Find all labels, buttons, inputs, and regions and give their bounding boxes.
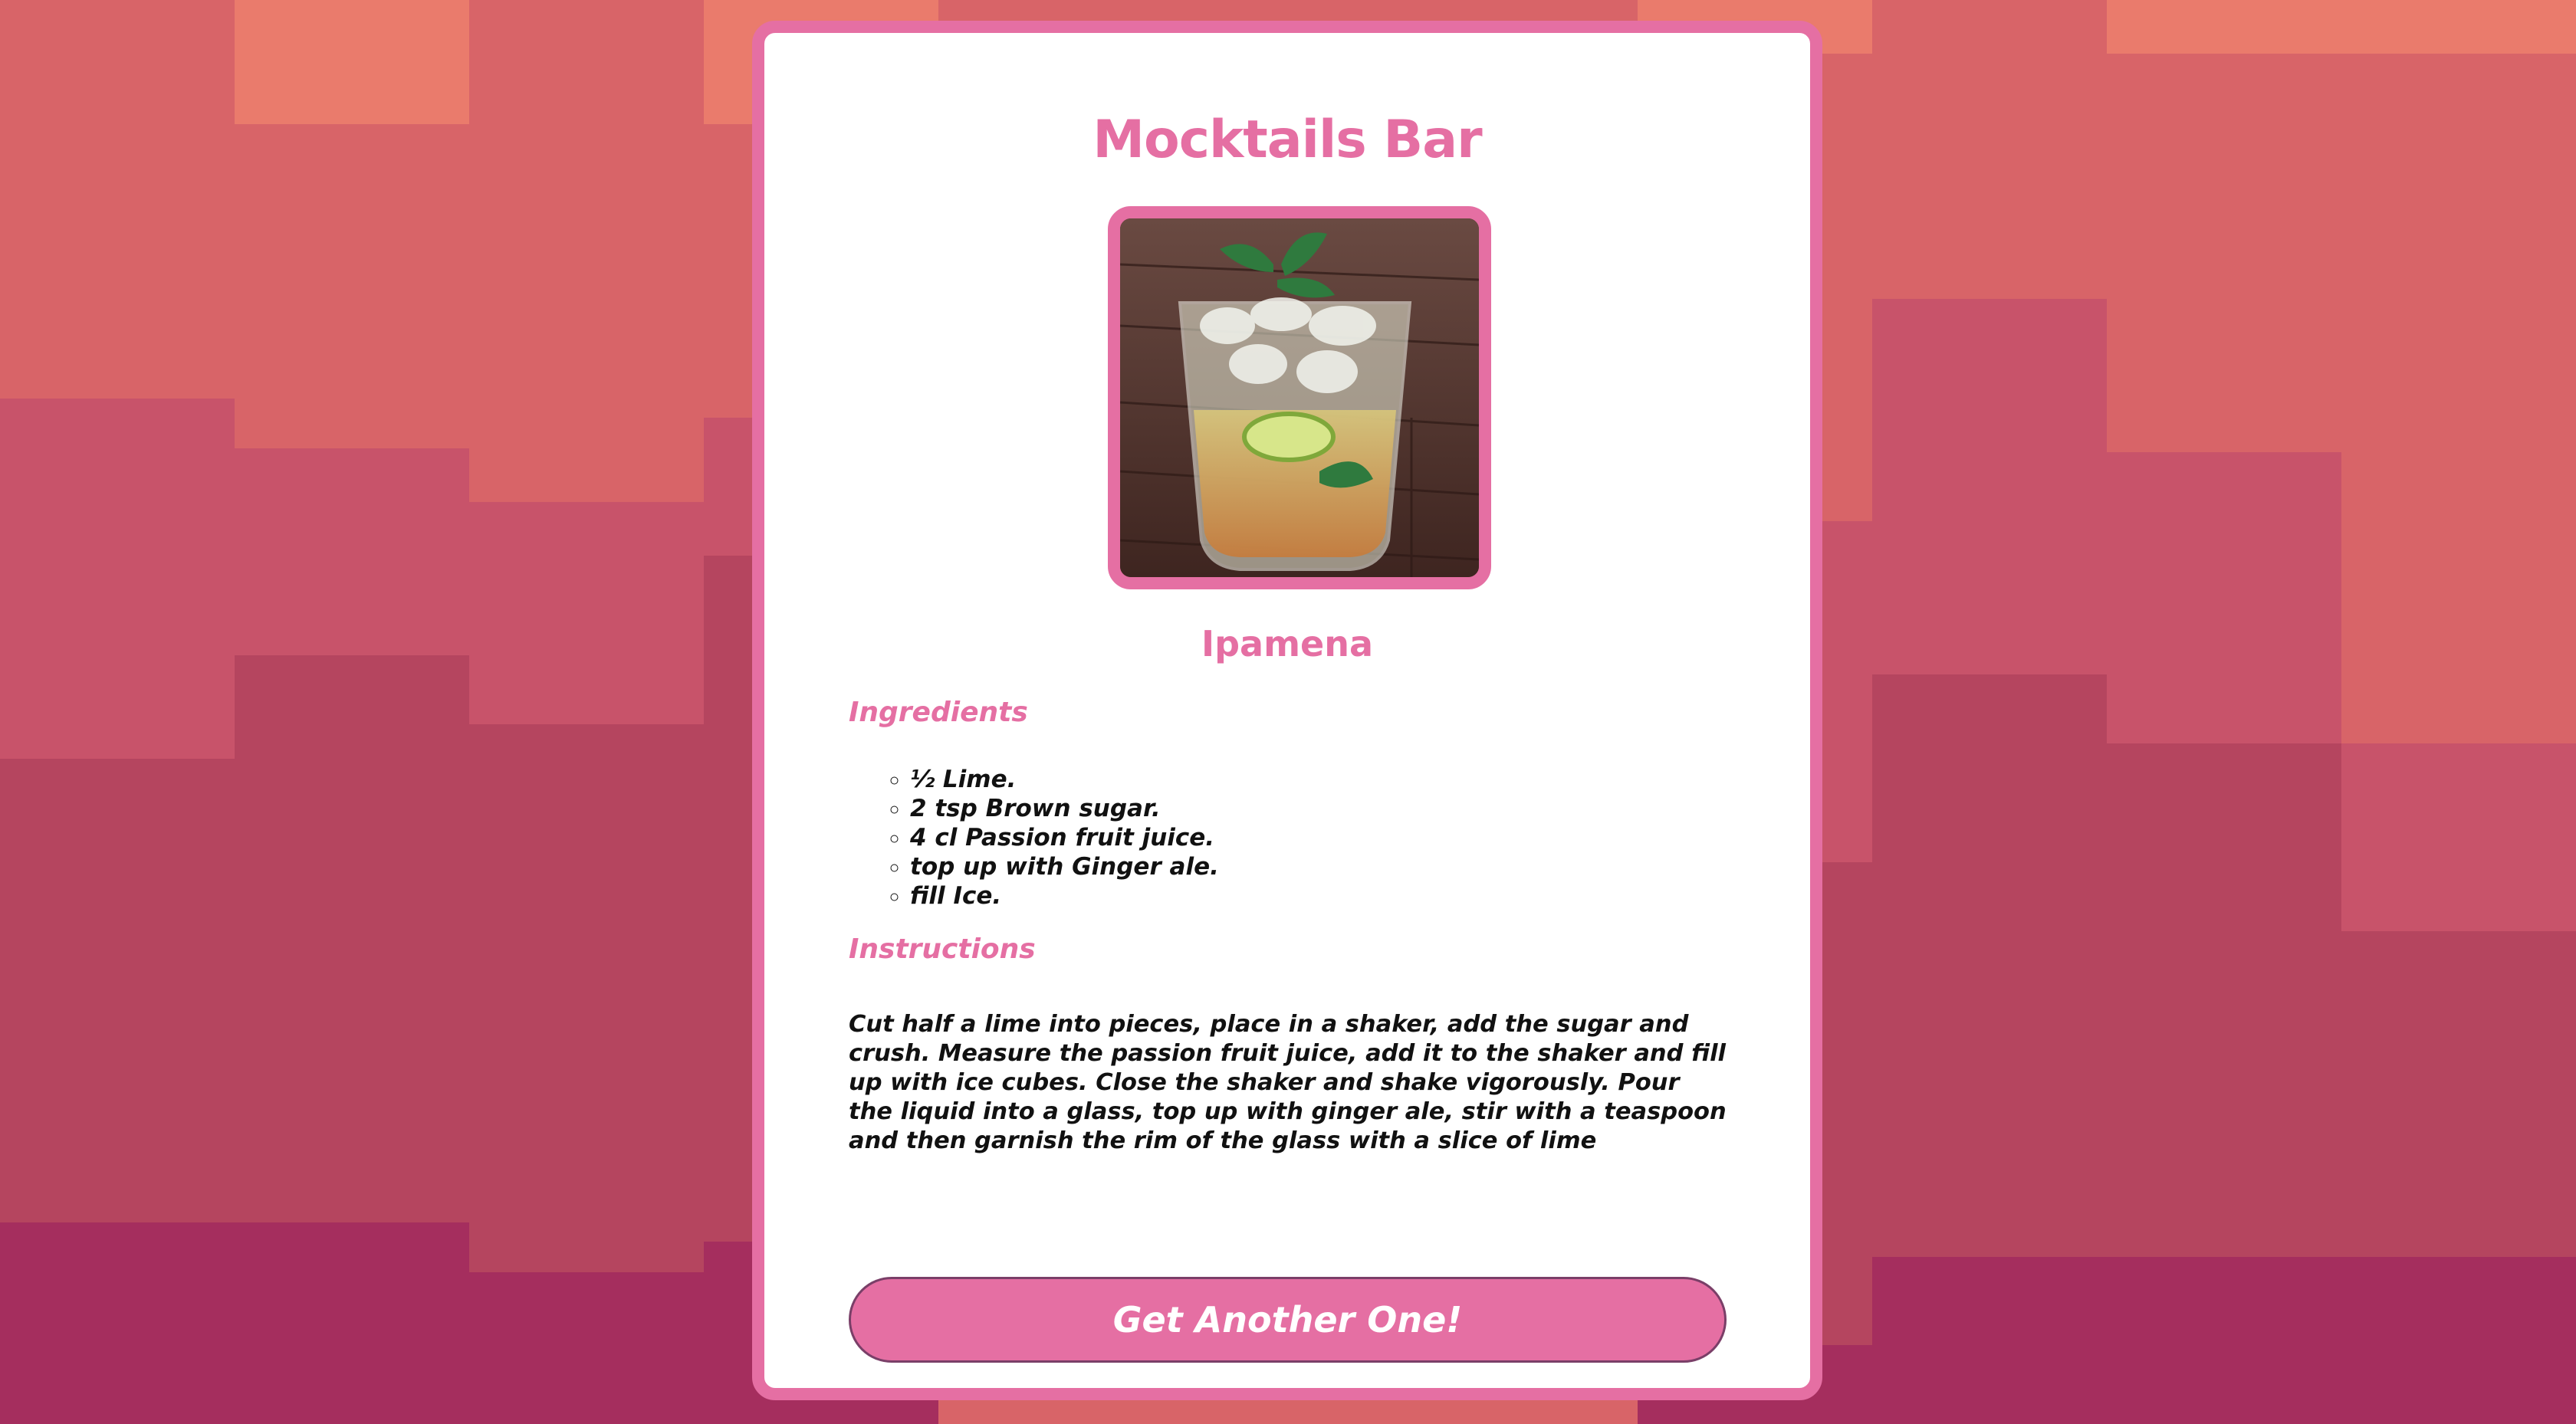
get-another-button[interactable]: Get Another One!	[849, 1277, 1727, 1363]
ingredient-item: top up with Ginger ale.	[910, 852, 1219, 881]
instructions-text: Cut half a lime into pieces, place in a …	[849, 1011, 1727, 1154]
instructions-heading: Instructions	[849, 933, 1036, 965]
ingredients-list: ½ Lime. 2 tsp Brown sugar. 4 cl Passion …	[849, 765, 1219, 911]
drink-photo	[1108, 206, 1491, 589]
recipe-card: Mocktails Bar Ipamena Ingredients ◦ ½ Li…	[752, 21, 1822, 1400]
ingredient-item: fill Ice.	[910, 881, 1219, 911]
ingredient-item: 4 cl Passion fruit juice.	[910, 823, 1219, 852]
drink-name: Ipamena	[1201, 623, 1373, 664]
app-title: Mocktails Bar	[1092, 110, 1482, 170]
ingredient-item: 2 tsp Brown sugar.	[910, 794, 1219, 823]
ingredient-item: ½ Lime.	[910, 765, 1219, 794]
ingredients-heading: Ingredients	[849, 697, 1028, 728]
drink-image	[1120, 218, 1479, 577]
